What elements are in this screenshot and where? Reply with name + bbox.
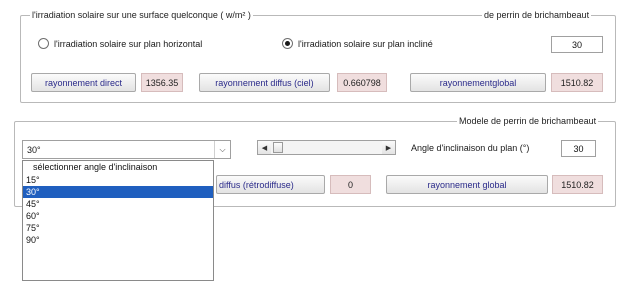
angle-input-top[interactable]: 30 [551,36,603,53]
dropdown-option-45[interactable]: 45° [23,198,213,210]
angle-combobox[interactable]: 30° ⌵ [22,140,231,159]
slider-thumb[interactable] [273,142,283,153]
angle-input-bottom[interactable]: 30 [561,140,596,157]
angle-slider[interactable]: ◀ ▶ [257,140,396,155]
dropdown-option-15[interactable]: 15° [23,174,213,186]
backscatter-diffuse-button[interactable]: diffus (rétrodiffuse) [216,175,325,194]
backscatter-diffuse-value: 0 [330,175,371,194]
angle-combobox-value: 30° [27,145,41,155]
diffuse-sky-value: 0.660798 [337,73,387,92]
radio-horizontal[interactable]: l'irradiation solaire sur plan horizonta… [38,38,202,49]
direct-radiation-value: 1356.35 [141,73,183,92]
radio-horizontal-label: l'irradiation solaire sur plan horizonta… [54,38,203,49]
direct-radiation-button[interactable]: rayonnement direct [31,73,136,92]
global-radiation-value-top: 1510.82 [551,73,603,92]
radio-incline[interactable]: l'irradiation solaire sur plan incliné [282,38,433,49]
global-radiation-button-top[interactable]: rayonnementglobal [410,73,546,92]
radio-incline-circle[interactable] [282,38,293,49]
global-radiation-value-bottom: 1510.82 [552,175,603,194]
model-group-legend: Modele de perrin de brichambeaut [457,116,599,126]
chevron-down-icon[interactable]: ⌵ [214,141,230,158]
irradiation-group-legend-right: de perrin de brichambeaut [482,10,592,20]
scroll-right-icon[interactable]: ▶ [382,141,395,154]
dropdown-option-90[interactable]: 90° [23,234,213,246]
diffuse-sky-button[interactable]: rayonnement diffus (ciel) [199,73,330,92]
angle-dropdown-list[interactable]: sélectionner angle d'inclinaison 15° 30°… [22,160,214,281]
dropdown-option-60[interactable]: 60° [23,210,213,222]
radio-incline-label: l'irradiation solaire sur plan incliné [298,38,433,49]
dropdown-header-option[interactable]: sélectionner angle d'inclinaison [23,161,213,174]
radio-horizontal-circle[interactable] [38,38,49,49]
irradiation-group-legend: l'irradiation solaire sur une surface qu… [30,10,253,20]
angle-label: Angle d'inclinaison du plan (°) [411,143,530,153]
dropdown-option-30[interactable]: 30° [23,186,213,198]
global-radiation-button-bottom[interactable]: rayonnement global [386,175,548,194]
dropdown-option-75[interactable]: 75° [23,222,213,234]
scroll-left-icon[interactable]: ◀ [258,141,271,154]
